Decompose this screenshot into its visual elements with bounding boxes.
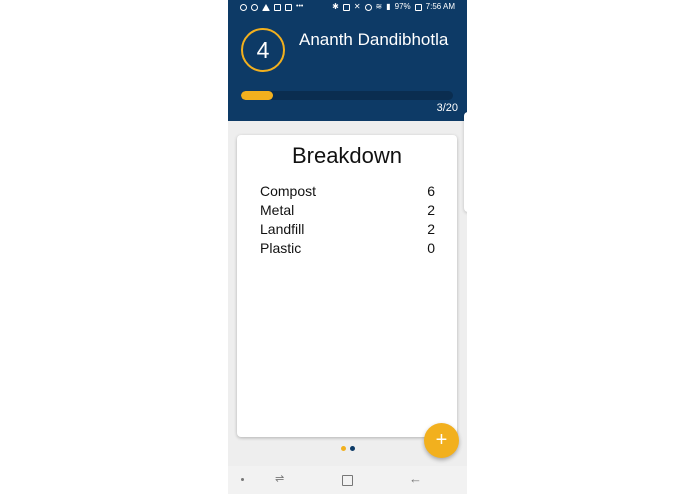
profile-header: 4 Ananth Dandibhotla 3/20 — [228, 14, 467, 121]
more-notifications-icon: ••• — [296, 3, 304, 10]
user-name: Ananth Dandibhotla — [299, 30, 449, 49]
link-icon — [240, 3, 247, 11]
list-item: Compost 6 — [260, 182, 435, 201]
dnd-icon — [364, 3, 372, 11]
progress-bar-fill — [241, 91, 273, 100]
card-title: Breakdown — [291, 143, 403, 168]
breakdown-card[interactable]: Breakdown Compost 6 Metal 2 Landfill 2 P… — [237, 135, 457, 437]
add-button[interactable]: + — [424, 423, 459, 458]
notification-icon — [251, 3, 258, 11]
list-item: Landfill 2 — [260, 220, 435, 239]
breakdown-list: Compost 6 Metal 2 Landfill 2 Plastic 0 — [260, 182, 435, 258]
image-icon — [274, 3, 281, 11]
item-label: Metal — [260, 202, 295, 218]
progress-text: 3/20 — [436, 102, 458, 114]
item-value: 2 — [427, 221, 435, 237]
battery-text: 97% — [394, 2, 411, 11]
list-item: Metal 2 — [260, 201, 435, 220]
plus-icon: + — [435, 429, 448, 451]
recent-apps-icon[interactable]: ⇌ — [275, 474, 287, 485]
back-arrow-icon[interactable]: ← — [409, 472, 422, 486]
wifi-icon: ≋ — [375, 2, 383, 11]
system-navigation-bar: ⇌ ← — [228, 466, 467, 494]
status-time: 7:56 AM — [425, 2, 455, 11]
status-bar: ••• ✱ ✕ ≋ ▮ 97% 7:56 AM — [228, 0, 467, 14]
nav-dot-icon[interactable] — [241, 478, 244, 481]
item-value: 0 — [427, 240, 435, 256]
battery-icon — [414, 3, 422, 11]
signal-icon: ▮ — [386, 2, 391, 11]
item-label: Plastic — [260, 240, 302, 256]
status-system: ✱ ✕ ≋ ▮ 97% 7:56 AM — [332, 0, 455, 14]
gallery-icon — [285, 3, 292, 11]
warning-icon — [262, 3, 270, 11]
progress-bar — [241, 91, 453, 100]
item-value: 2 — [427, 202, 435, 218]
nfc-icon — [342, 3, 350, 11]
page-dot-active[interactable] — [340, 446, 346, 451]
page-dot[interactable] — [349, 446, 355, 451]
item-label: Compost — [260, 183, 317, 199]
level-badge: 4 — [241, 28, 285, 72]
item-label: Landfill — [260, 221, 305, 237]
home-icon[interactable] — [342, 475, 353, 486]
list-item: Plastic 0 — [260, 239, 435, 258]
bluetooth-icon: ✱ — [332, 2, 339, 11]
item-value: 6 — [427, 183, 435, 199]
next-card-peek[interactable] — [464, 112, 467, 212]
phone-screen: ••• ✱ ✕ ≋ ▮ 97% 7:56 AM 4 Ananth Dandibh… — [228, 0, 467, 494]
status-notifications: ••• — [240, 0, 303, 14]
mute-icon: ✕ — [353, 2, 361, 11]
